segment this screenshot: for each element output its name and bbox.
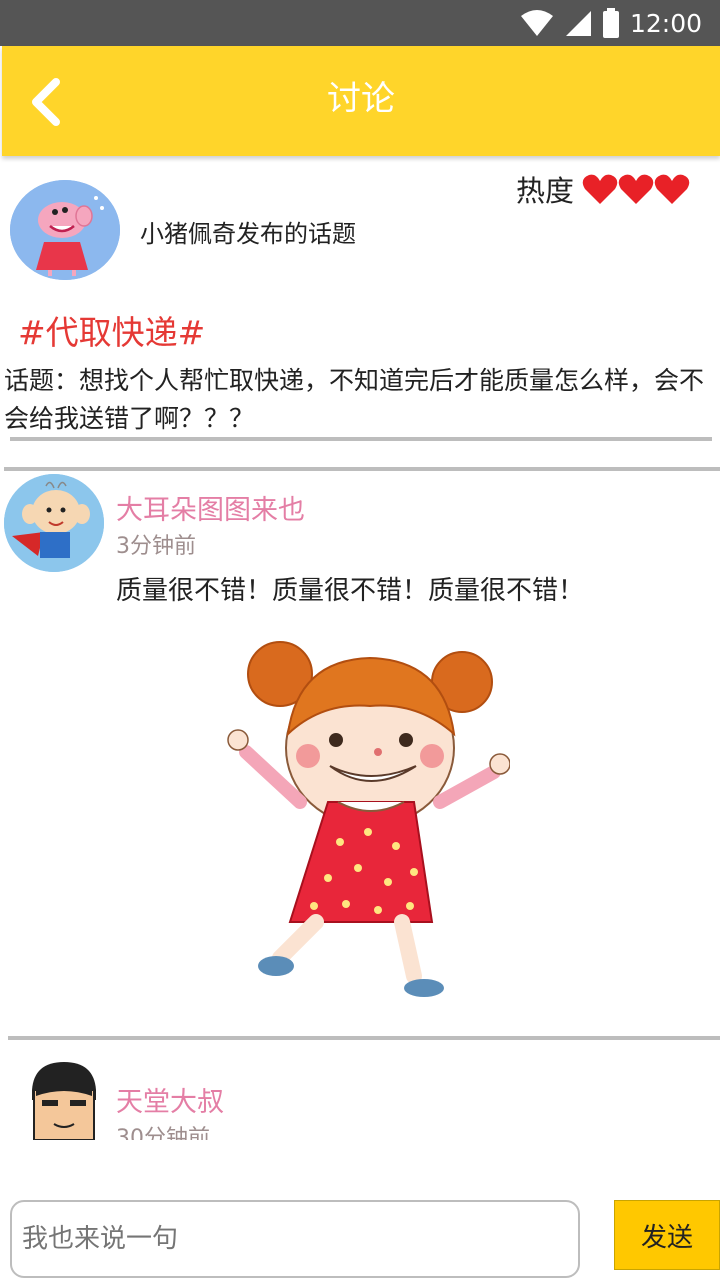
- comment-avatar[interactable]: [4, 474, 104, 572]
- comment-author-name[interactable]: 大耳朵图图来也: [116, 488, 305, 527]
- heat-hearts: [582, 173, 690, 205]
- topic-text: 话题：想找个人帮忙取快递，不知道完后才能质量怎么样，会不会给我送错了啊？？？: [4, 366, 705, 433]
- tutu-avatar-art: [4, 474, 104, 572]
- cell-signal-icon: [565, 11, 591, 36]
- heart-icon: [582, 174, 618, 204]
- comment-image[interactable]: [218, 636, 510, 1002]
- heart-icon: [654, 174, 690, 204]
- comment-author-name[interactable]: 天堂大叔: [116, 1080, 224, 1119]
- peppa-pig-avatar-art: [10, 180, 120, 280]
- status-icons: 12:00: [520, 8, 702, 38]
- comment-item: 天堂大叔 30分钟前: [0, 1040, 720, 1140]
- comment-time: 30分钟前: [116, 1126, 210, 1140]
- comment-time: 3分钟前: [116, 534, 196, 559]
- divider: [4, 467, 720, 471]
- topic-author-line: 小猪佩奇发布的话题: [140, 220, 356, 248]
- heat-label: 热度: [516, 174, 575, 208]
- heart-icon: [618, 174, 654, 204]
- status-time: 12:00: [629, 8, 702, 38]
- uncle-avatar-art: [32, 1062, 96, 1140]
- page-title: 讨论: [327, 79, 395, 119]
- heat-indicator: 热度: [516, 168, 690, 210]
- comment-avatar[interactable]: [24, 1060, 104, 1140]
- battery-icon: [602, 8, 619, 38]
- comment-input[interactable]: [10, 1200, 580, 1278]
- send-button[interactable]: 发送: [614, 1200, 720, 1270]
- wifi-icon: [520, 10, 553, 36]
- topic-hashtag[interactable]: #代取快递#: [18, 306, 205, 354]
- status-bar: 12:00: [0, 0, 720, 46]
- app-bar: 讨论: [2, 46, 720, 156]
- divider: [10, 437, 712, 441]
- comment-text: 质量很不错！质量很不错！质量很不错！: [116, 576, 585, 606]
- topic-author-avatar[interactable]: [10, 180, 120, 280]
